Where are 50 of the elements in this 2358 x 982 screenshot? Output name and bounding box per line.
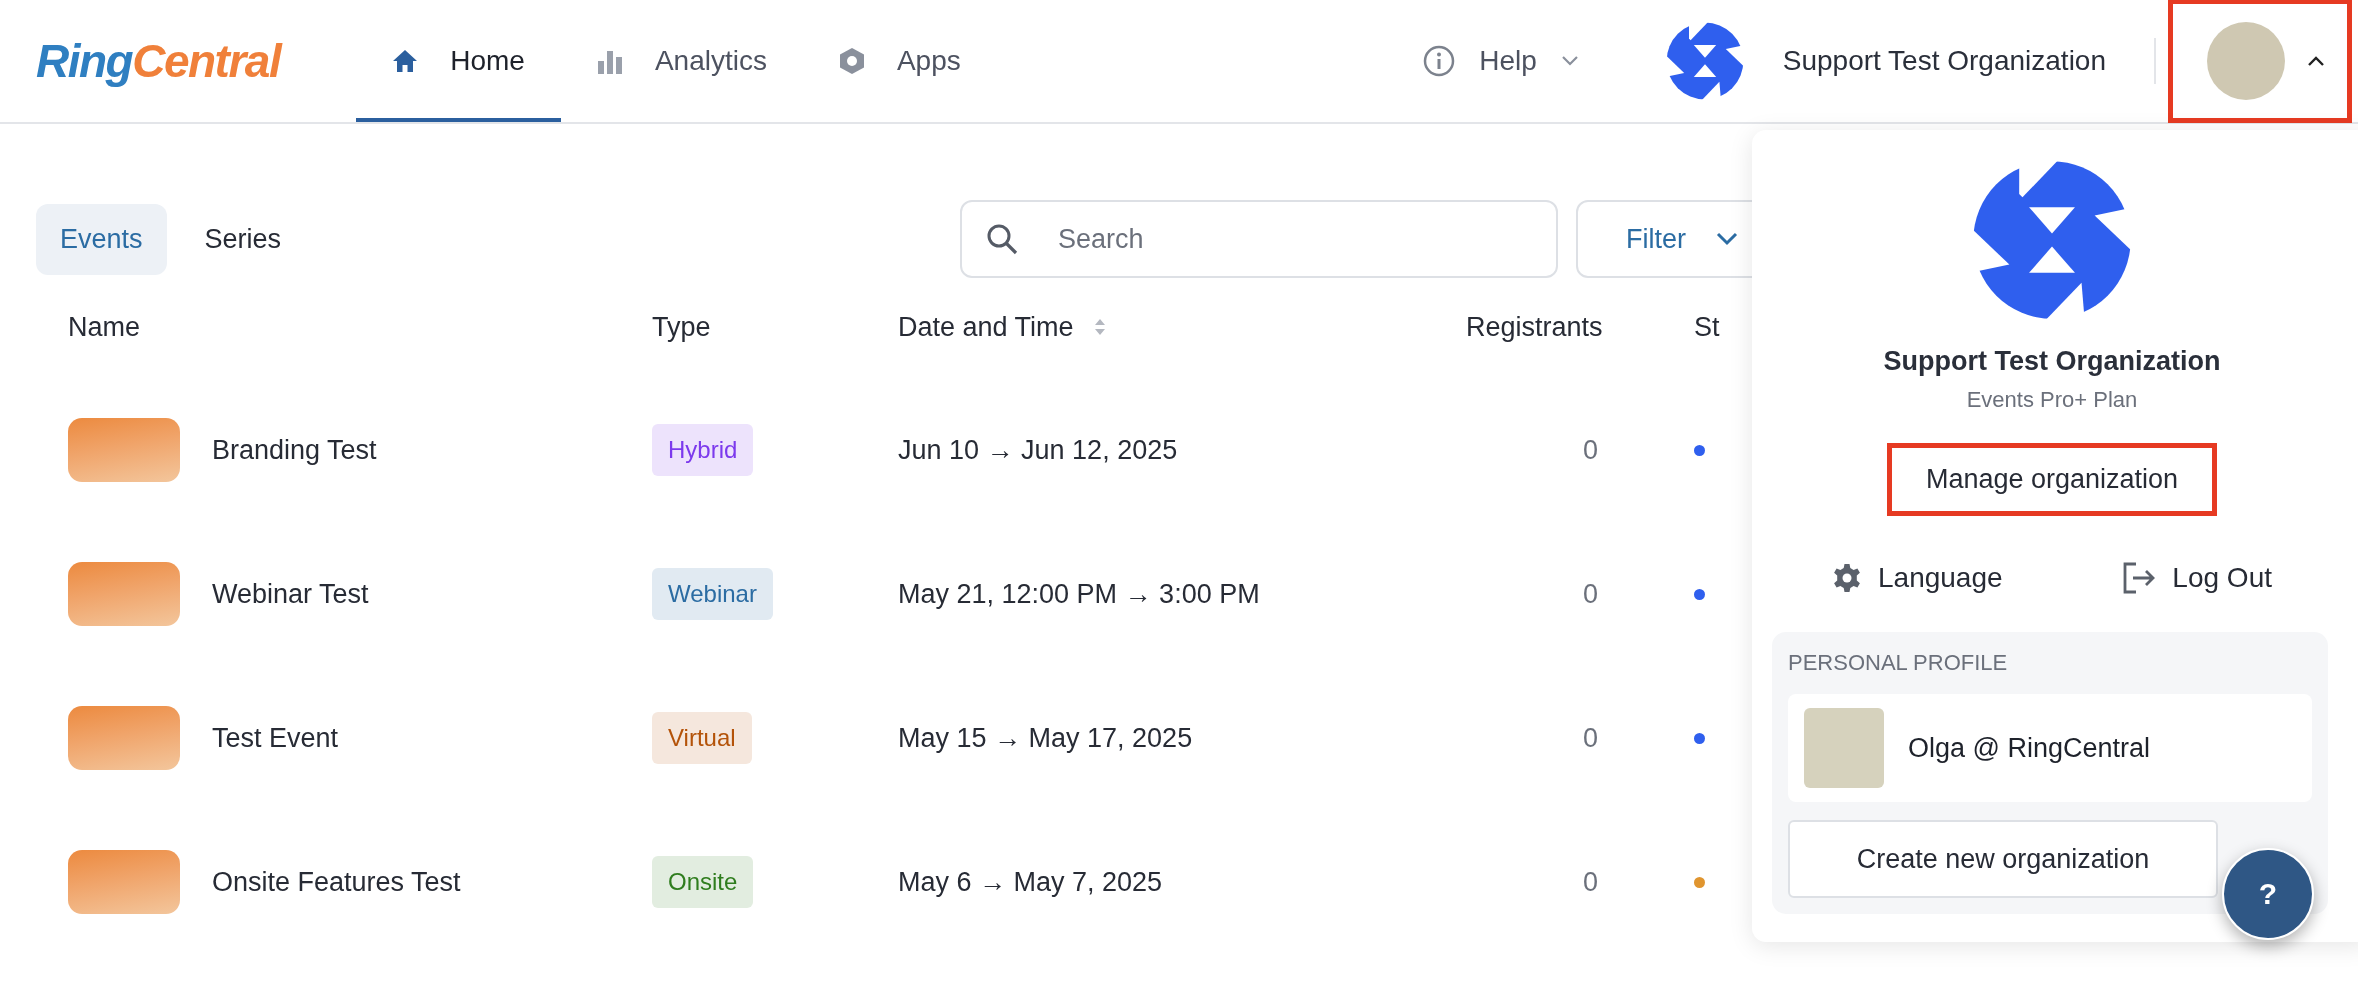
event-type-tag: Webinar xyxy=(652,568,773,620)
registrant-count: 0 xyxy=(1582,866,1598,897)
event-name[interactable]: Branding Test xyxy=(212,434,377,466)
event-type-tag: Virtual xyxy=(652,712,752,764)
registrant-count: 0 xyxy=(1582,578,1598,609)
logout-icon xyxy=(2122,562,2157,594)
chevron-down-icon xyxy=(1560,55,1579,67)
home-icon xyxy=(392,49,419,73)
chevron-down-icon xyxy=(1716,232,1738,246)
chevron-up-icon xyxy=(2307,55,2325,67)
logo[interactable]: RingCentral xyxy=(36,34,281,88)
search-field[interactable]: Search xyxy=(960,200,1558,278)
view-tab[interactable]: Series xyxy=(180,203,306,275)
nav-tab[interactable]: Apps xyxy=(802,0,997,122)
help-menu[interactable]: Help xyxy=(1423,45,1579,77)
event-type-tag: Hybrid xyxy=(652,424,754,476)
event-date: Jun 10 → Jun 12, 2025 xyxy=(898,434,1178,466)
column-header[interactable]: Date and Time xyxy=(898,311,1074,343)
manage-organization-button[interactable]: Manage organization xyxy=(1886,443,2218,516)
event-date: May 6 → May 7, 2025 xyxy=(898,866,1163,898)
settings-icon xyxy=(1832,563,1862,593)
menu-action[interactable]: Language xyxy=(1832,562,2003,594)
column-header: Type xyxy=(652,311,711,342)
nav-tab[interactable]: Analytics xyxy=(560,0,803,122)
account-menu-button[interactable] xyxy=(2168,0,2352,123)
event-name[interactable]: Onsite Features Test xyxy=(212,866,461,898)
registrant-count: 0 xyxy=(1582,434,1598,465)
event-date: May 15 → May 17, 2025 xyxy=(898,722,1193,754)
view-tab[interactable]: Events xyxy=(36,203,167,275)
section-heading: PERSONAL PROFILE xyxy=(1788,650,2009,676)
column-header: St xyxy=(1694,311,1720,343)
column-header: Name xyxy=(68,311,141,343)
plan-name: Events Pro+ Plan xyxy=(1966,387,2138,413)
event-type-tag: Onsite xyxy=(652,856,754,908)
search-icon xyxy=(986,223,1018,255)
column-header: Registrants xyxy=(1466,311,1603,342)
organization-name: Support Test Organization xyxy=(1782,45,2106,77)
registrant-count: 0 xyxy=(1582,722,1598,753)
organization-name: Support Test Organization xyxy=(1883,346,2221,377)
event-date: May 21, 12:00 PM → 3:00 PM xyxy=(898,578,1260,610)
create-organization-button[interactable]: Create new organization xyxy=(1788,820,2218,898)
hexagon-icon xyxy=(838,47,865,75)
bar-chart-icon xyxy=(596,48,623,74)
info-icon xyxy=(1423,45,1456,77)
menu-action[interactable]: Log Out xyxy=(2122,562,2272,594)
event-name[interactable]: Test Event xyxy=(212,722,339,754)
profile-card[interactable]: Olga @ RingCentral xyxy=(1788,694,2312,802)
profile-name: Olga @ RingCentral xyxy=(1908,732,2150,764)
nav-tab[interactable]: Home xyxy=(356,0,561,122)
event-name[interactable]: Webinar Test xyxy=(212,578,369,610)
